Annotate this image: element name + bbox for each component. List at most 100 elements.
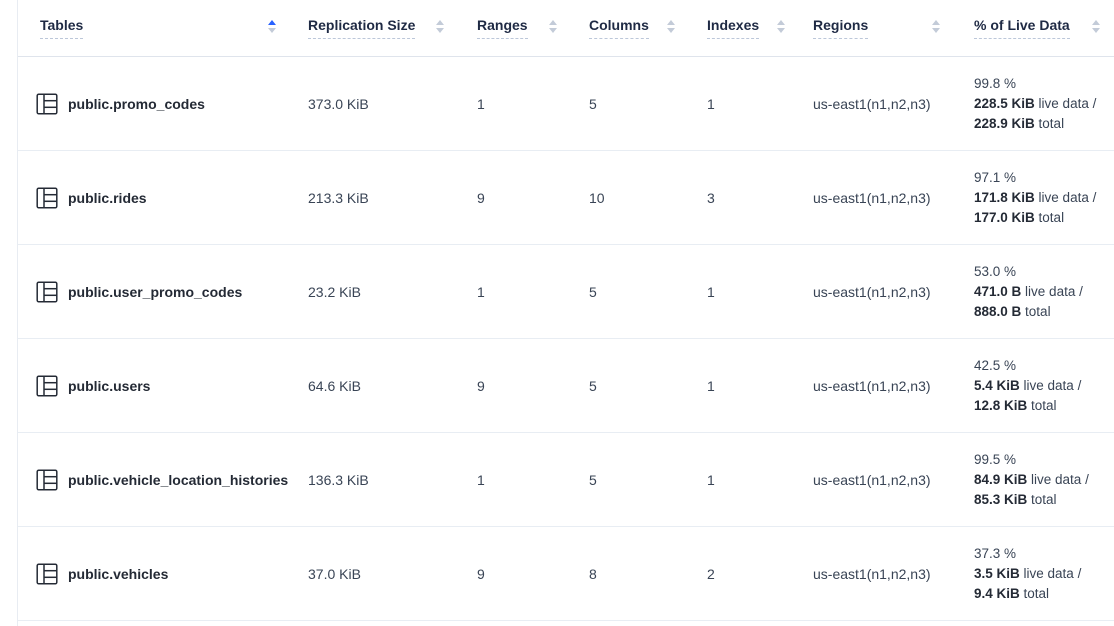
sort-arrows[interactable] <box>436 20 444 33</box>
indexes-cell: 2 <box>689 566 799 582</box>
table-name-link[interactable]: public.rides <box>68 190 147 206</box>
table-name-cell: public.promo_codes <box>18 93 290 115</box>
table-name-link[interactable]: public.users <box>68 378 150 394</box>
live-size-value: 228.5 KiB <box>974 96 1035 111</box>
live-data-percent: 42.5 % <box>974 356 1114 376</box>
table-row: public.users 64.6 KiB 9 5 1 us-east1(n1,… <box>18 339 1114 433</box>
indexes-cell: 1 <box>689 472 799 488</box>
sort-arrows[interactable] <box>777 20 785 33</box>
column-header-tables[interactable]: Tables <box>18 17 290 39</box>
sort-asc-icon <box>436 20 444 25</box>
table-icon <box>36 187 58 209</box>
regions-cell: us-east1(n1,n2,n3) <box>799 378 954 394</box>
sort-arrows[interactable] <box>667 20 675 33</box>
table-header-row: Tables Replication Size Ranges <box>18 0 1114 57</box>
sort-asc-icon <box>777 20 785 25</box>
live-size-value: 84.9 KiB <box>974 472 1027 487</box>
column-header-ranges[interactable]: Ranges <box>458 17 571 39</box>
live-data-amount: 471.0 B live data / <box>974 282 1114 302</box>
sort-arrows[interactable] <box>268 20 276 33</box>
indexes-cell: 1 <box>689 96 799 112</box>
live-data-cell: 99.8 % 228.5 KiB live data / 228.9 KiB t… <box>954 74 1114 134</box>
total-data-amount: 12.8 KiB total <box>974 396 1114 416</box>
indexes-cell: 1 <box>689 284 799 300</box>
ranges-cell: 9 <box>458 566 571 582</box>
column-header-regions[interactable]: Regions <box>799 17 954 39</box>
total-data-amount: 888.0 B total <box>974 302 1114 322</box>
live-size-value: 471.0 B <box>974 284 1021 299</box>
sort-asc-icon <box>932 20 940 25</box>
sort-arrows[interactable] <box>932 20 940 33</box>
sort-arrows[interactable] <box>1092 20 1100 33</box>
column-header-label: Ranges <box>477 17 528 39</box>
replication-size-cell: 37.0 KiB <box>290 566 458 582</box>
table-name-link[interactable]: public.user_promo_codes <box>68 284 242 300</box>
ranges-cell: 9 <box>458 190 571 206</box>
table-icon <box>36 469 58 491</box>
total-size-value: 228.9 KiB <box>974 116 1035 131</box>
regions-cell: us-east1(n1,n2,n3) <box>799 472 954 488</box>
column-header-columns[interactable]: Columns <box>571 17 689 39</box>
table-name-link[interactable]: public.promo_codes <box>68 96 205 112</box>
live-size-label: live data / <box>1020 378 1082 393</box>
regions-cell: us-east1(n1,n2,n3) <box>799 190 954 206</box>
replication-size-cell: 64.6 KiB <box>290 378 458 394</box>
sort-desc-icon <box>932 28 940 33</box>
ranges-cell: 1 <box>458 96 571 112</box>
sort-desc-icon <box>549 28 557 33</box>
table-icon <box>36 281 58 303</box>
replication-size-cell: 373.0 KiB <box>290 96 458 112</box>
total-size-label: total <box>1027 398 1056 413</box>
table-name-link[interactable]: public.vehicles <box>68 566 168 582</box>
live-data-percent: 53.0 % <box>974 262 1114 282</box>
column-header-indexes[interactable]: Indexes <box>689 17 799 39</box>
table-row: public.rides 213.3 KiB 9 10 3 us-east1(n… <box>18 151 1114 245</box>
live-data-percent: 37.3 % <box>974 544 1114 564</box>
table-name-link[interactable]: public.vehicle_location_histories <box>68 472 288 488</box>
sort-desc-icon <box>268 28 276 33</box>
tables-list: Tables Replication Size Ranges <box>18 0 1114 621</box>
total-size-value: 888.0 B <box>974 304 1021 319</box>
table-row: public.user_promo_codes 23.2 KiB 1 5 1 u… <box>18 245 1114 339</box>
sort-desc-icon <box>667 28 675 33</box>
total-data-amount: 177.0 KiB total <box>974 208 1114 228</box>
table-icon <box>36 93 58 115</box>
column-header-label: Tables <box>40 17 83 39</box>
total-size-label: total <box>1035 210 1064 225</box>
live-data-amount: 84.9 KiB live data / <box>974 470 1114 490</box>
column-header-live-data[interactable]: % of Live Data <box>954 17 1114 39</box>
column-header-replication-size[interactable]: Replication Size <box>290 17 458 39</box>
table-name-cell: public.vehicle_location_histories <box>18 469 290 491</box>
replication-size-cell: 23.2 KiB <box>290 284 458 300</box>
live-data-amount: 5.4 KiB live data / <box>974 376 1114 396</box>
total-data-amount: 9.4 KiB total <box>974 584 1114 604</box>
column-header-label: Indexes <box>707 17 759 39</box>
table-name-cell: public.user_promo_codes <box>18 281 290 303</box>
sort-asc-icon <box>667 20 675 25</box>
total-size-label: total <box>1021 304 1050 319</box>
live-size-value: 3.5 KiB <box>974 566 1020 581</box>
left-divider <box>17 0 18 626</box>
column-header-label: Columns <box>589 17 649 39</box>
columns-cell: 8 <box>571 566 689 582</box>
column-header-label: Regions <box>813 17 868 39</box>
live-data-percent: 97.1 % <box>974 168 1114 188</box>
columns-cell: 5 <box>571 96 689 112</box>
sort-desc-icon <box>777 28 785 33</box>
live-size-label: live data / <box>1021 284 1083 299</box>
columns-cell: 5 <box>571 378 689 394</box>
live-size-value: 171.8 KiB <box>974 190 1035 205</box>
ranges-cell: 9 <box>458 378 571 394</box>
live-data-cell: 37.3 % 3.5 KiB live data / 9.4 KiB total <box>954 544 1114 604</box>
table-name-cell: public.vehicles <box>18 563 290 585</box>
regions-cell: us-east1(n1,n2,n3) <box>799 284 954 300</box>
columns-cell: 10 <box>571 190 689 206</box>
regions-cell: us-east1(n1,n2,n3) <box>799 566 954 582</box>
live-data-percent: 99.5 % <box>974 450 1114 470</box>
live-data-amount: 3.5 KiB live data / <box>974 564 1114 584</box>
total-size-value: 177.0 KiB <box>974 210 1035 225</box>
table-row: public.vehicles 37.0 KiB 9 8 2 us-east1(… <box>18 527 1114 621</box>
sort-arrows[interactable] <box>549 20 557 33</box>
live-data-amount: 171.8 KiB live data / <box>974 188 1114 208</box>
total-size-value: 9.4 KiB <box>974 586 1020 601</box>
